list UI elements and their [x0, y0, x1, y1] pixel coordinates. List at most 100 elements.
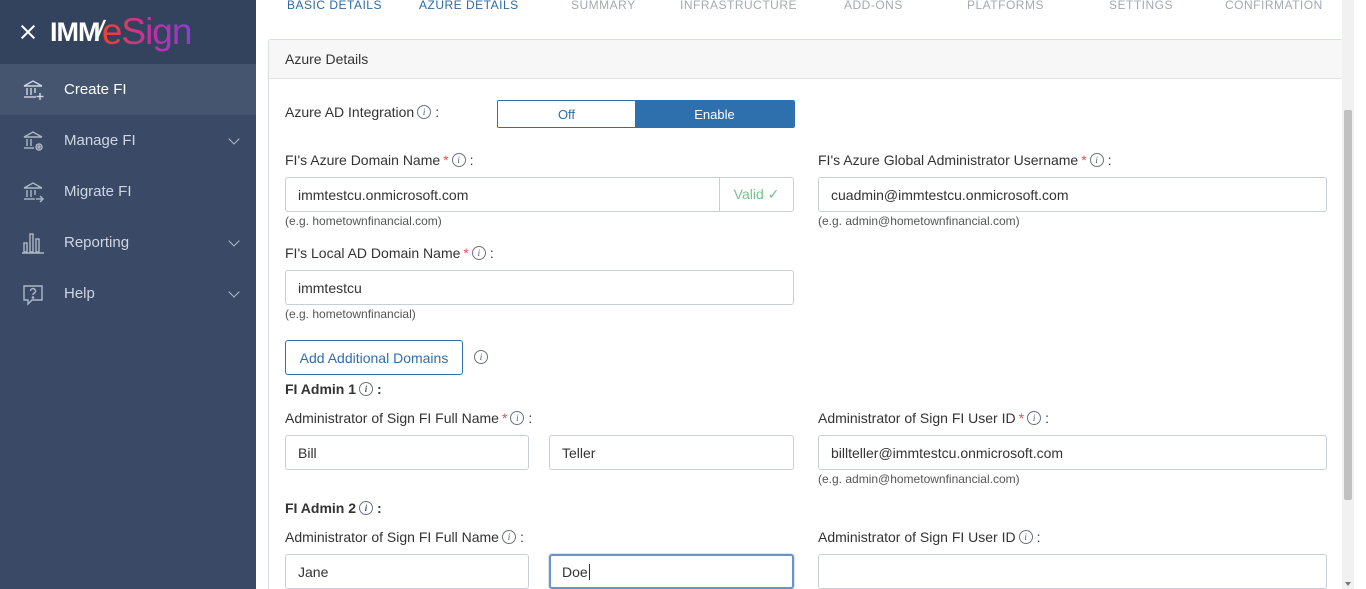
chevron-down-icon: [228, 235, 240, 247]
global-admin-label-text: FI's Azure Global Administrator Username: [818, 152, 1079, 168]
admin2-first-name-value: Jane: [298, 563, 329, 580]
info-icon[interactable]: i: [501, 530, 516, 544]
colon: :: [528, 410, 533, 426]
vertical-scrollbar[interactable]: [1342, 0, 1354, 589]
admin1-first-name-input[interactable]: Bill: [285, 435, 529, 470]
local-domain-label: FI's Local AD Domain Name * i :: [285, 245, 494, 261]
colon: :: [489, 245, 494, 261]
info-icon[interactable]: i: [1027, 411, 1042, 425]
global-admin-input[interactable]: cuadmin@immtestcu.onmicrosoft.com: [818, 177, 1327, 212]
ad-integration-toggle: Off Enable: [497, 100, 795, 128]
ad-integration-label: Azure AD Integration i :: [285, 104, 439, 120]
admin2-userid-label: Administrator of Sign FI User ID i :: [818, 529, 1041, 545]
bar-chart-icon: [20, 230, 46, 256]
sidebar-item-label: Reporting: [64, 234, 130, 251]
admin1-first-name-value: Bill: [298, 444, 317, 461]
scrollbar-thumb[interactable]: [1344, 110, 1352, 500]
ad-integration-off-button[interactable]: Off: [498, 101, 635, 127]
step-basic-details[interactable]: BASIC DETAILS: [287, 0, 382, 12]
scroll-down-arrow-icon[interactable]: [1345, 582, 1351, 586]
fi-admin-2-heading: FI Admin 2 i :: [285, 500, 382, 516]
admin2-first-name-input[interactable]: Jane: [285, 554, 529, 589]
valid-badge: Valid ✓: [719, 178, 793, 211]
info-icon[interactable]: i: [451, 153, 466, 167]
colon: :: [519, 529, 524, 545]
step-azure-details[interactable]: AZURE DETAILS: [419, 0, 519, 12]
bank-settings-icon: [20, 128, 46, 154]
azure-domain-input[interactable]: immtestcu.onmicrosoft.com Valid ✓: [285, 177, 794, 212]
fi-admin-2-heading-text: FI Admin 2: [285, 500, 357, 516]
colon: :: [469, 152, 474, 168]
step-confirmation[interactable]: CONFIRMATION: [1225, 0, 1323, 12]
sidebar-item-help[interactable]: Help: [0, 268, 256, 319]
sidebar-item-label: Create FI: [64, 81, 127, 98]
step-summary[interactable]: SUMMARY: [571, 0, 636, 12]
info-icon[interactable]: i: [359, 501, 374, 515]
info-icon[interactable]: i: [474, 350, 488, 364]
step-add-ons[interactable]: ADD-ONS: [844, 0, 903, 12]
azure-domain-value: immtestcu.onmicrosoft.com: [298, 186, 469, 203]
ad-integration-enable-button[interactable]: Enable: [635, 101, 794, 127]
chevron-down-icon: [228, 133, 240, 145]
azure-domain-label: FI's Azure Domain Name * i :: [285, 152, 474, 168]
wizard-steps: BASIC DETAILS AZURE DETAILS SUMMARY INFR…: [256, 0, 1354, 14]
global-admin-hint: (e.g. admin@hometownfinancial.com): [818, 214, 1020, 228]
admin1-userid-label: Administrator of Sign FI User ID * i :: [818, 410, 1049, 426]
info-icon[interactable]: i: [510, 411, 525, 425]
admin1-userid-input[interactable]: billteller@immtestcu.onmicrosoft.com: [818, 435, 1327, 470]
close-icon[interactable]: [18, 22, 38, 42]
sidebar-item-label: Migrate FI: [64, 183, 132, 200]
local-domain-value: immtestcu: [298, 279, 362, 296]
admin2-last-name-input[interactable]: Doe: [549, 554, 794, 589]
fi-admin-1-heading: FI Admin 1 i :: [285, 381, 382, 397]
required-marker: *: [501, 410, 508, 426]
admin1-fullname-label: Administrator of Sign FI Full Name * i :: [285, 410, 532, 426]
sidebar-item-reporting[interactable]: Reporting: [0, 217, 256, 268]
colon: :: [377, 381, 382, 397]
sidebar-item-label: Help: [64, 285, 95, 302]
azure-domain-hint: (e.g. hometownfinancial.com): [285, 214, 442, 228]
bank-add-icon: [20, 77, 46, 103]
sidebar-header: IMM / eSign: [0, 0, 256, 64]
required-marker: *: [1018, 410, 1025, 426]
colon: :: [1107, 152, 1112, 168]
local-domain-hint: (e.g. hometownfinancial): [285, 307, 416, 321]
logo-text-esign: eSign: [101, 11, 193, 52]
add-additional-domains-button[interactable]: Add Additional Domains: [285, 340, 463, 375]
azure-domain-label-text: FI's Azure Domain Name: [285, 152, 441, 168]
global-admin-value: cuadmin@immtestcu.onmicrosoft.com: [831, 186, 1069, 203]
logo-text-imm: IMM: [50, 16, 100, 47]
global-admin-label: FI's Azure Global Administrator Username…: [818, 152, 1112, 168]
sidebar-item-label: Manage FI: [64, 132, 136, 149]
local-domain-input[interactable]: immtestcu: [285, 270, 794, 305]
admin1-userid-hint: (e.g. admin@hometownfinancial.com): [818, 472, 1020, 486]
step-platforms[interactable]: PLATFORMS: [967, 0, 1044, 12]
logo: IMM / eSign: [50, 11, 193, 53]
sidebar-item-create-fi[interactable]: Create FI: [0, 64, 256, 115]
step-settings[interactable]: SETTINGS: [1109, 0, 1173, 12]
step-infrastructure[interactable]: INFRASTRUCTURE: [680, 0, 797, 12]
main-content: BASIC DETAILS AZURE DETAILS SUMMARY INFR…: [256, 0, 1354, 589]
card-title: Azure Details: [269, 40, 1342, 79]
fi-admin-1-heading-text: FI Admin 1: [285, 381, 357, 397]
admin1-last-name-input[interactable]: Teller: [549, 435, 794, 470]
colon: :: [1036, 529, 1041, 545]
required-marker: *: [443, 152, 449, 168]
sidebar: IMM / eSign Create FI Manage FI Migrate …: [0, 0, 256, 589]
required-marker: *: [463, 245, 469, 261]
info-icon[interactable]: i: [471, 246, 486, 260]
admin2-userid-input[interactable]: [818, 554, 1327, 589]
chevron-down-icon: [228, 286, 240, 298]
sidebar-item-manage-fi[interactable]: Manage FI: [0, 115, 256, 166]
info-icon[interactable]: i: [417, 105, 432, 119]
required-marker: *: [1081, 152, 1087, 168]
colon: :: [435, 104, 440, 120]
admin2-userid-label-text: Administrator of Sign FI User ID: [818, 529, 1016, 545]
sidebar-item-migrate-fi[interactable]: Migrate FI: [0, 166, 256, 217]
admin1-fullname-label-text: Administrator of Sign FI Full Name: [285, 410, 499, 426]
local-domain-label-text: FI's Local AD Domain Name: [285, 245, 461, 261]
info-icon[interactable]: i: [1018, 530, 1033, 544]
info-icon[interactable]: i: [1089, 153, 1104, 167]
admin1-userid-label-text: Administrator of Sign FI User ID: [818, 410, 1016, 426]
info-icon[interactable]: i: [359, 382, 374, 396]
